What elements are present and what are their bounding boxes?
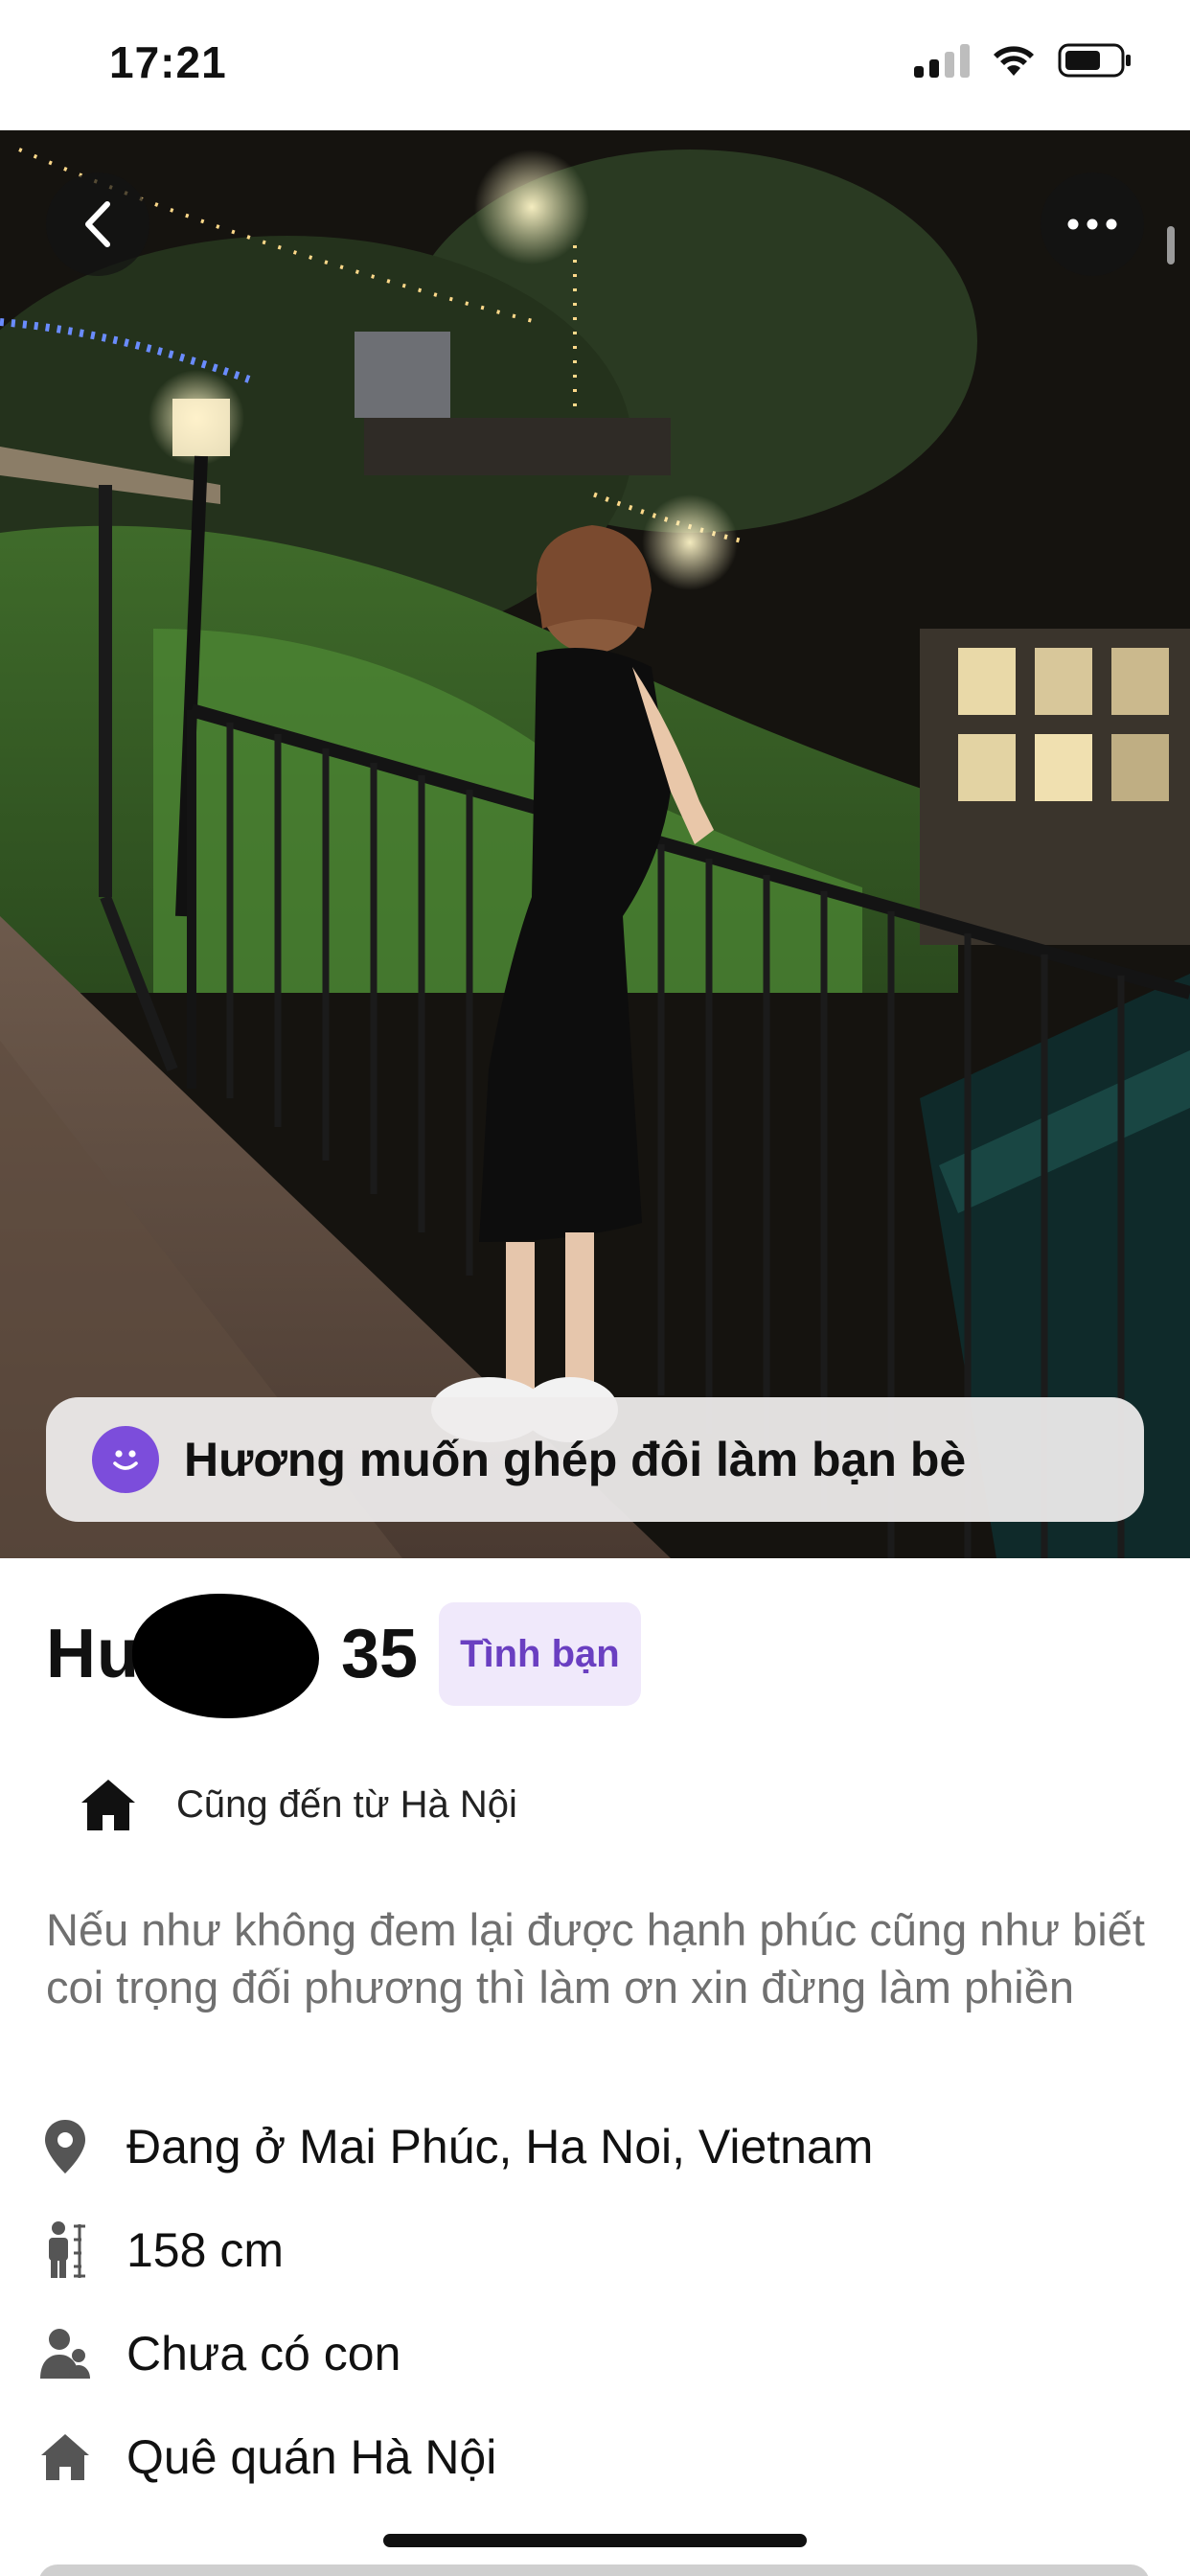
home-indicator[interactable] (383, 2534, 807, 2547)
match-intent-text: Hương muốn ghép đôi làm bạn bè (184, 1433, 967, 1486)
status-icons (914, 42, 1133, 79)
detail-height: 158 cm (38, 2221, 284, 2279)
shared-hometown-row: Cũng đến từ Hà Nội (79, 1777, 517, 1832)
smiley-icon (92, 1426, 159, 1493)
profile-header: Hu 35 Tình bạn (46, 1594, 641, 1718)
cellular-signal-icon (914, 43, 970, 78)
profile-name: Hu (46, 1594, 319, 1718)
profile-bio: Nếu như không đem lại được hạnh phúc cũn… (46, 1904, 1145, 2012)
photo-scene (0, 130, 1190, 1558)
battery-icon (1058, 43, 1131, 78)
children-icon (38, 2325, 92, 2382)
scroll-indicator[interactable] (1167, 226, 1175, 264)
profile-age: 35 (340, 1616, 419, 1692)
detail-location-text: Đang ở Mai Phúc, Ha Noi, Vietnam (126, 2120, 874, 2174)
home-icon (81, 1780, 135, 1830)
detail-children-text: Chưa có con (126, 2327, 401, 2380)
chevron-left-icon (85, 201, 110, 247)
profile-photo[interactable]: Hương muốn ghép đôi làm bạn bè (0, 130, 1190, 1558)
detail-location: Đang ở Mai Phúc, Ha Noi, Vietnam (38, 2118, 873, 2175)
redaction-mark (132, 1594, 319, 1718)
status-time: 17:21 (109, 37, 227, 87)
location-pin-icon (38, 2118, 92, 2175)
home-icon (38, 2428, 92, 2486)
ellipsis-icon (1067, 218, 1117, 230)
back-button[interactable] (46, 172, 149, 276)
more-options-button[interactable] (1041, 172, 1144, 276)
detail-children: Chưa có con (38, 2325, 400, 2382)
match-intent-banner: Hương muốn ghép đôi làm bạn bè (46, 1397, 1144, 1522)
height-icon (38, 2221, 92, 2279)
detail-height-text: 158 cm (126, 2223, 284, 2277)
status-bar: 17:21 (0, 0, 1190, 130)
relationship-tag-badge: Tình bạn (439, 1602, 641, 1706)
shared-hometown-text: Cũng đến từ Hà Nội (176, 1782, 517, 1826)
detail-hometown: Quê quán Hà Nội (38, 2428, 496, 2486)
detail-hometown-text: Quê quán Hà Nội (126, 2430, 497, 2484)
wifi-icon (994, 46, 1034, 76)
next-card-peek (38, 2564, 1150, 2576)
